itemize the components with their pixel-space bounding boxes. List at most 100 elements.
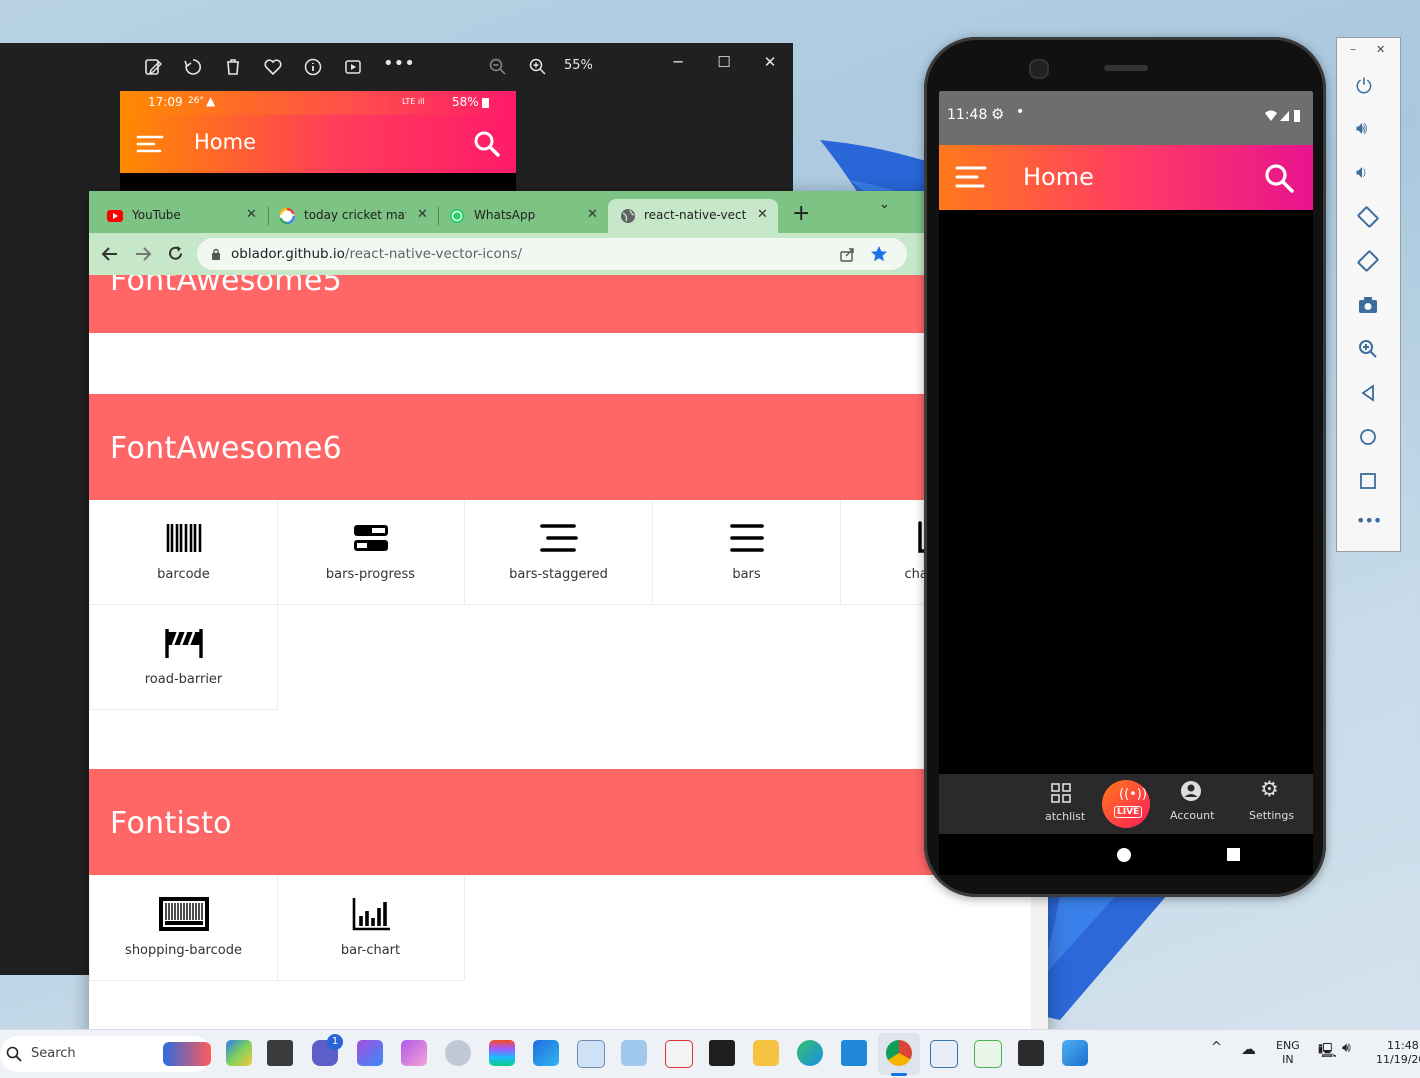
edge-icon[interactable]	[797, 1040, 823, 1066]
minimize-button[interactable]: ─	[664, 53, 692, 75]
settings-gear-icon[interactable]	[445, 1040, 471, 1066]
zoom-out-icon[interactable]	[488, 57, 510, 79]
network-icon[interactable]: 🖳︎	[1318, 1040, 1337, 1064]
volume-icon[interactable]: 🔊︎	[1342, 1040, 1351, 1056]
close-tab-icon[interactable]: ✕	[417, 207, 428, 222]
dev-home-icon[interactable]	[401, 1040, 427, 1066]
zoom-in-icon[interactable]	[528, 57, 550, 79]
lock-icon[interactable]	[211, 248, 221, 260]
url-text: oblador.github.io/react-native-vector-ic…	[231, 246, 522, 262]
signal-battery-icon	[1265, 110, 1300, 122]
home-icon[interactable]	[1356, 425, 1380, 449]
close-tab-icon[interactable]: ✕	[587, 207, 598, 222]
tab-youtube[interactable]: YouTube ✕	[89, 199, 261, 233]
onedrive-offline-icon[interactable]: ☁	[1241, 1040, 1256, 1058]
power-icon[interactable]: ⏻	[1356, 74, 1380, 98]
home-button[interactable]	[1117, 848, 1131, 862]
taskbar-search[interactable]: Search	[0, 1036, 212, 1072]
remote-desktop-icon[interactable]	[621, 1040, 647, 1066]
tray-overflow-icon[interactable]: ^	[1211, 1040, 1222, 1055]
screenshot-title: Home	[194, 130, 257, 154]
tab-whatsapp[interactable]: WhatsApp ✕	[439, 199, 607, 233]
terminal-icon[interactable]	[709, 1040, 735, 1066]
icon-cell-road-barrier[interactable]: road-barrier	[89, 605, 278, 710]
rotate-right-icon[interactable]	[1356, 249, 1380, 273]
android-studio-icon[interactable]	[974, 1040, 1002, 1068]
reload-icon[interactable]	[166, 244, 185, 263]
bars-staggered-icon	[540, 524, 578, 552]
back-icon[interactable]	[101, 245, 119, 263]
tab-react-native-vector-icons[interactable]: react-native-vector-icons ✕	[608, 199, 778, 233]
close-button[interactable]: ✕	[1376, 43, 1385, 56]
tab-search-icon[interactable]: ⌄	[879, 197, 890, 212]
icon-label: bars	[732, 567, 761, 582]
menu-icon[interactable]	[955, 163, 987, 191]
store-icon[interactable]	[533, 1040, 559, 1066]
overview-button[interactable]	[1227, 848, 1240, 861]
edit-icon[interactable]	[143, 57, 165, 79]
icon-cell-bars-staggered[interactable]: bars-staggered	[465, 500, 653, 605]
url-host: oblador.github.io	[231, 246, 345, 262]
menu-icon	[136, 135, 164, 153]
chrome-icon[interactable]	[886, 1040, 912, 1066]
maximize-button[interactable]: ☐	[710, 53, 738, 75]
volume-down-icon[interactable]: 🔉︎	[1356, 162, 1380, 186]
teams-icon[interactable]: 1	[312, 1034, 343, 1066]
file-explorer-icon[interactable]	[753, 1040, 779, 1066]
icon-cell-shopping-barcode[interactable]: shopping-barcode	[89, 876, 278, 981]
slideshow-icon[interactable]	[343, 57, 365, 79]
snipping-tool-icon[interactable]	[665, 1040, 693, 1068]
more-icon[interactable]: •••	[383, 55, 415, 79]
new-tab-button[interactable]: +	[792, 203, 810, 225]
info-icon[interactable]	[303, 57, 325, 79]
task-view-icon[interactable]	[267, 1040, 293, 1066]
copilot-icon[interactable]	[226, 1040, 252, 1066]
powershell-icon[interactable]	[1018, 1040, 1044, 1066]
icon-cell-bars-progress[interactable]: bars-progress	[277, 500, 465, 605]
url-path: /react-native-vector-icons/	[344, 246, 522, 262]
clock[interactable]: 11:48 11/19/20	[1376, 1039, 1420, 1067]
overview-icon[interactable]	[1356, 469, 1380, 493]
tab-google-search[interactable]: today cricket match ✕	[269, 199, 437, 233]
vscode-icon[interactable]	[841, 1040, 867, 1066]
language-code: ENG	[1276, 1039, 1300, 1052]
tab-title: YouTube	[132, 208, 181, 222]
address-bar[interactable]: oblador.github.io/react-native-vector-ic…	[197, 238, 907, 270]
live-icon: ((•))	[1119, 787, 1147, 802]
figma-icon[interactable]	[489, 1040, 515, 1066]
zoom-level: 55%	[564, 58, 593, 73]
browser-toolbar: oblador.github.io/react-native-vector-ic…	[89, 233, 1048, 275]
minimize-button[interactable]: –	[1350, 42, 1356, 56]
language-indicator[interactable]: ENG IN	[1276, 1039, 1300, 1067]
tab-title: today cricket match	[304, 208, 406, 222]
delete-icon[interactable]	[223, 57, 245, 79]
nav-live-button[interactable]: ((•)) LIVE	[1102, 780, 1150, 828]
close-tab-icon[interactable]: ✕	[757, 207, 768, 222]
camera-icon[interactable]	[1356, 293, 1380, 317]
close-button[interactable]: ✕	[756, 53, 784, 75]
settings-icon: ⚙	[1260, 777, 1279, 801]
active-app-indicator	[891, 1073, 907, 1076]
icon-cell-barcode[interactable]: barcode	[89, 500, 278, 605]
icon-cell-bars[interactable]: bars	[653, 500, 841, 605]
perf-monitor-icon[interactable]	[577, 1040, 605, 1068]
search-icon[interactable]	[1263, 162, 1295, 194]
tab-title: react-native-vector-icons	[644, 208, 746, 222]
close-tab-icon[interactable]: ✕	[246, 207, 257, 222]
whatsapp-icon	[450, 209, 464, 223]
word-icon[interactable]	[930, 1040, 958, 1068]
volume-up-icon[interactable]: 🔊︎	[1356, 118, 1380, 142]
icon-cell-bar-chart[interactable]: bar-chart	[277, 876, 465, 981]
share-icon[interactable]	[839, 246, 856, 263]
zoom-icon[interactable]	[1356, 337, 1380, 361]
screenshot-time: 17:09	[148, 95, 183, 109]
back-icon[interactable]	[1356, 381, 1380, 405]
rotate-icon[interactable]	[183, 57, 205, 79]
photos-icon[interactable]	[1062, 1040, 1088, 1066]
forward-icon[interactable]	[134, 245, 152, 263]
favorite-icon[interactable]	[263, 57, 285, 79]
bookmark-star-icon[interactable]	[870, 245, 888, 263]
m365-icon[interactable]	[357, 1040, 383, 1066]
more-icon[interactable]: •••	[1356, 511, 1382, 535]
rotate-left-icon[interactable]	[1356, 205, 1380, 229]
